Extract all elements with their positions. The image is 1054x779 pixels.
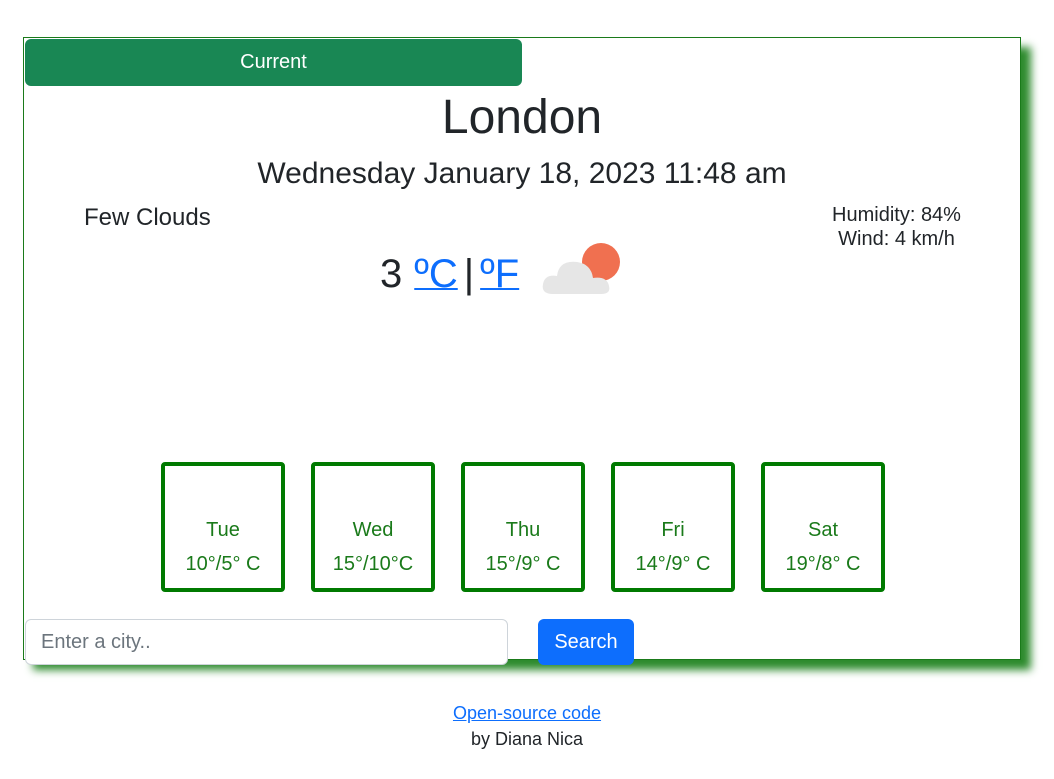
forecast-day: Fri <box>661 519 685 541</box>
forecast-day: Sat <box>807 519 839 541</box>
humidity-text: Humidity: 84% <box>832 204 961 226</box>
current-datetime: Wednesday January 18, 2023 11:48 am <box>257 157 787 190</box>
forecast-day: Wed <box>352 519 394 541</box>
forecast-card-wed: Wed 15°/10°C <box>311 462 435 592</box>
wind-text: Wind: 4 km/h <box>838 228 955 250</box>
weather-meta: Humidity: 84% Wind: 4 km/h <box>804 203 989 251</box>
temperature-row: 3 ºC | ºF <box>380 238 629 310</box>
temperature-value: 3 <box>380 251 403 296</box>
forecast-list: Tue 10°/5° C Wed 15°/10°C Thu 15°/9° C F… <box>161 462 885 592</box>
tab-current[interactable]: Current <box>25 39 522 86</box>
forecast-card-sat: Sat 19°/8° C <box>761 462 885 592</box>
weather-card: Current London Wednesday January 18, 202… <box>23 37 1021 665</box>
forecast-day: Tue <box>206 519 240 541</box>
forecast-day: Thu <box>505 519 541 541</box>
celsius-link[interactable]: ºC <box>414 252 458 297</box>
open-source-link[interactable]: Open-source code <box>453 703 601 723</box>
forecast-temp: 10°/5° C <box>185 553 261 575</box>
forecast-temp: 15°/9° C <box>485 553 561 575</box>
forecast-temp: 15°/10°C <box>332 553 414 575</box>
sun-behind-cloud-icon <box>539 240 629 310</box>
author-credit: by Diana Nica <box>470 729 584 749</box>
weather-description: Few Clouds <box>84 204 211 231</box>
footer: Open-source code by Diana Nica <box>0 700 1054 752</box>
city-name: London <box>441 91 603 144</box>
forecast-temp: 19°/8° C <box>785 553 861 575</box>
forecast-temp: 14°/9° C <box>635 553 711 575</box>
unit-separator: | <box>463 251 475 296</box>
forecast-card-tue: Tue 10°/5° C <box>161 462 285 592</box>
forecast-card-thu: Thu 15°/9° C <box>461 462 585 592</box>
fahrenheit-link[interactable]: ºF <box>480 252 519 297</box>
forecast-card-fri: Fri 14°/9° C <box>611 462 735 592</box>
search-button[interactable]: Search <box>538 619 634 665</box>
city-search-input[interactable] <box>25 619 508 665</box>
